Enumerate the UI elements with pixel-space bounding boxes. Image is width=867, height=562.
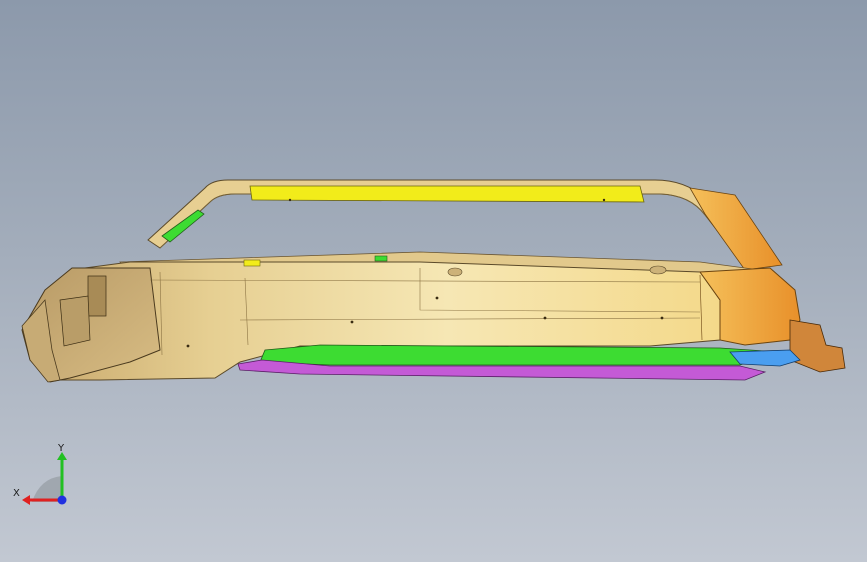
roof-rail-strip[interactable] [249, 185, 645, 203]
x-axis-arrow [22, 495, 30, 505]
y-axis-label: Y [57, 443, 65, 454]
front-vent [87, 275, 107, 317]
bolt [602, 198, 606, 202]
clip [649, 265, 667, 275]
bracket[interactable] [729, 349, 801, 367]
rear-bumper-end[interactable] [789, 319, 846, 373]
3d-viewport[interactable]: Y X [0, 0, 867, 562]
clip [243, 259, 261, 267]
bolt [288, 198, 292, 202]
bolt [186, 344, 190, 348]
orientation-triad[interactable]: Y X [10, 438, 80, 510]
clip [447, 267, 463, 277]
sill-strip[interactable] [259, 344, 781, 366]
z-axis-dot [57, 495, 67, 505]
front-detail [59, 295, 91, 347]
bolt [660, 316, 664, 320]
car-body-model[interactable] [0, 0, 867, 562]
bolt [350, 320, 354, 324]
rear-pillar[interactable] [689, 187, 783, 271]
bolt [543, 316, 547, 320]
roof-rail-inner [159, 193, 743, 263]
x-axis-label: X [13, 488, 20, 499]
triad-plane [32, 476, 62, 502]
clip [374, 255, 388, 262]
bolt [435, 296, 439, 300]
